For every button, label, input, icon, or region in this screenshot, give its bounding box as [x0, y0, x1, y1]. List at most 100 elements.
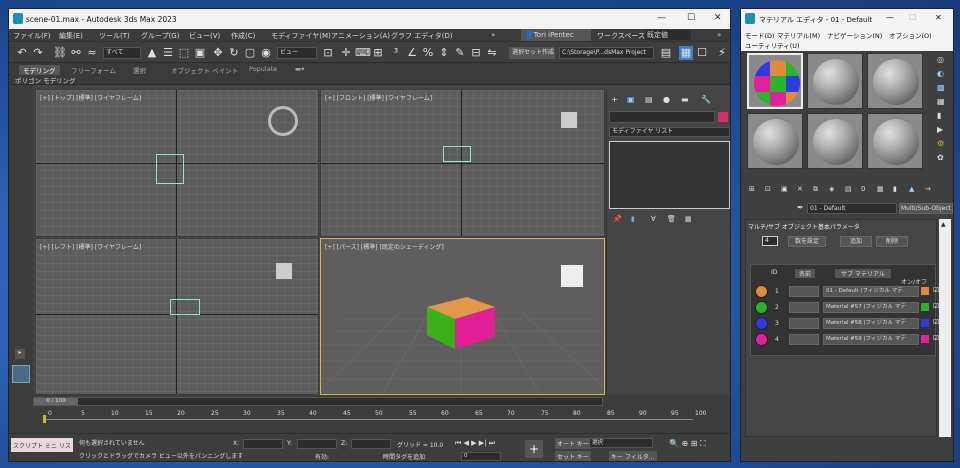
reference-coord-dropdown[interactable]: ビュー: [277, 47, 317, 59]
rollout-title[interactable]: マルチ/サブ オブジェクト基本パラメータ: [748, 222, 860, 231]
project-path-dropdown[interactable]: C:\Storage\P...dsMax Project: [559, 47, 654, 59]
redo-icon[interactable]: ↷: [31, 46, 45, 60]
viewport-perspective[interactable]: [+] [パース] [標準] [既定のシェーディング]: [320, 238, 605, 395]
place-icon[interactable]: ◉: [259, 46, 273, 60]
sub-material-button[interactable]: Material #58 (フィジカル マテ: [823, 318, 919, 329]
key-filter-button[interactable]: キー フィルタ...: [609, 451, 657, 461]
minimize-button[interactable]: —: [657, 13, 666, 23]
maxscript-listener[interactable]: スクリプト ミニ リス: [11, 438, 73, 452]
me-minimize-button[interactable]: —: [886, 13, 894, 22]
viewcube-front[interactable]: [561, 112, 577, 128]
viewport-label-front[interactable]: [+] [フロント] [標準] [ワイヤフレーム]: [325, 93, 432, 102]
set-key-icon[interactable]: +: [525, 440, 543, 458]
bind-spacewarp-icon[interactable]: ≈: [85, 46, 99, 60]
mirror-icon[interactable]: ⇋: [485, 46, 499, 60]
viewcube-perspective[interactable]: [561, 265, 583, 287]
menu-view[interactable]: ビュー(V): [189, 31, 220, 41]
show-end-result-mat-icon[interactable]: ▮: [893, 185, 897, 193]
assign-material-icon[interactable]: ▣: [781, 185, 788, 193]
z-coord-field[interactable]: [351, 439, 391, 449]
select-manipulate-icon[interactable]: ✛: [339, 46, 353, 60]
menu-tools[interactable]: ツール(T): [99, 31, 130, 41]
viewcube-top[interactable]: [268, 106, 298, 136]
material-type-button[interactable]: Multi/Sub-Object: [899, 203, 953, 214]
material-editor-icon[interactable]: ▦: [679, 46, 693, 60]
menu-overflow-icon[interactable]: »: [717, 31, 721, 39]
sample-type-icon[interactable]: ◎: [937, 55, 944, 64]
uv-tiling-icon[interactable]: ▦: [937, 97, 945, 106]
material-swatch[interactable]: [755, 285, 768, 298]
rotate-icon[interactable]: ↻: [227, 46, 241, 60]
me-menu-mode[interactable]: モード(D): [745, 30, 775, 40]
track-bar[interactable]: 0 5 10 15 20 25 30 35 40 45 50 55 60 65 …: [33, 409, 706, 431]
put-library-icon[interactable]: ▤: [845, 185, 852, 193]
color-chip[interactable]: [921, 319, 929, 327]
menu-graph-editors[interactable]: グラフ エディタ(D): [391, 31, 453, 41]
background-icon[interactable]: ▩: [937, 83, 945, 92]
options-icon[interactable]: ⚙: [937, 139, 944, 148]
motion-tab-icon[interactable]: ●: [663, 95, 670, 104]
snap-toggle-icon[interactable]: ⊞: [371, 46, 385, 60]
select-object-icon[interactable]: ▲: [145, 46, 159, 60]
window-crossing-icon[interactable]: ▣: [193, 46, 207, 60]
select-by-name-icon[interactable]: ☰: [161, 46, 175, 60]
ribbon-tab-object-paint[interactable]: オブジェクト ペイント: [171, 65, 238, 75]
set-key-button[interactable]: セット キー: [555, 451, 591, 461]
color-chip[interactable]: [921, 335, 929, 343]
get-material-icon[interactable]: ⊞: [749, 185, 755, 193]
make-copy-icon[interactable]: ⧉: [813, 185, 818, 194]
sample-slot-4[interactable]: [747, 113, 803, 169]
scroll-up-icon[interactable]: ▲: [941, 221, 949, 229]
scale-icon[interactable]: ▢: [243, 46, 257, 60]
reset-map-icon[interactable]: ✕: [797, 185, 803, 193]
remove-modifier-icon[interactable]: 🗑: [667, 215, 676, 223]
maximize-button[interactable]: ☐: [687, 13, 695, 23]
spinner-snap-icon[interactable]: ⇕: [437, 46, 451, 60]
menu-modifiers[interactable]: モディファイヤ(M): [271, 31, 331, 41]
sub-material-row-1[interactable]: 1 01 - Default (フィジカル マテ ☑: [755, 285, 939, 298]
go-forward-sibling-icon[interactable]: →: [925, 185, 931, 193]
y-coord-field[interactable]: [297, 439, 337, 449]
me-menu-utilities[interactable]: ユーティリティ(U): [745, 40, 800, 50]
viewport-label-top[interactable]: [+] [トップ] [標準] [ワイヤフレーム]: [40, 93, 141, 102]
undo-icon[interactable]: ↶: [15, 46, 29, 60]
create-selection-icon[interactable]: ⊟: [469, 46, 483, 60]
x-coord-field[interactable]: [243, 439, 283, 449]
color-chip[interactable]: [921, 287, 929, 295]
me-close-button[interactable]: ✕: [935, 13, 942, 22]
rollout-scrollbar[interactable]: ▲: [939, 219, 951, 437]
display-tab-icon[interactable]: ▬: [681, 95, 689, 104]
ribbon-tab-populate[interactable]: Populate: [249, 65, 277, 73]
eyedropper-icon[interactable]: ✒: [797, 203, 804, 212]
modifier-list-dropdown[interactable]: モディファイヤ リスト: [609, 127, 730, 137]
selection-filter-dropdown[interactable]: すべて: [103, 47, 141, 59]
ribbon-polygon-modeling[interactable]: ポリゴン モデリング: [15, 75, 76, 85]
project-folder-icon[interactable]: ▤: [659, 46, 673, 60]
name-field[interactable]: [789, 302, 819, 313]
sample-slot-1[interactable]: [747, 53, 803, 109]
me-menu-material[interactable]: マテリアル(M): [777, 30, 820, 40]
edit-named-sel-icon[interactable]: ✎: [453, 46, 467, 60]
configure-sets-icon[interactable]: ▦: [685, 215, 692, 223]
menu-group[interactable]: グループ(G): [141, 31, 179, 41]
time-slider-thumb[interactable]: 0 / 100: [34, 398, 78, 405]
go-to-parent-icon[interactable]: ▲: [909, 185, 914, 193]
modify-tab-icon[interactable]: ▣: [627, 95, 635, 104]
show-shaded-icon[interactable]: ▦: [877, 185, 884, 193]
me-maximize-button[interactable]: ☐: [909, 13, 916, 22]
sample-slot-6[interactable]: [867, 113, 923, 169]
sub-material-row-2[interactable]: 2 Material #57 (フィジカル マテ ☑: [755, 301, 939, 314]
angle-snap-icon[interactable]: ∠: [405, 46, 419, 60]
video-color-icon[interactable]: ▮: [937, 111, 941, 120]
sub-material-button[interactable]: Material #59 (フィジカル マテ: [823, 334, 919, 345]
name-field[interactable]: [789, 334, 819, 345]
auto-key-button[interactable]: オート キー: [555, 438, 591, 449]
key-selection-dropdown[interactable]: 選択: [589, 438, 653, 448]
workspace-dropdown[interactable]: 既定値: [645, 30, 691, 40]
make-unique-icon[interactable]: ∀: [651, 215, 656, 223]
render-setup-icon[interactable]: ☐: [695, 46, 709, 60]
frame-field[interactable]: 0: [461, 452, 501, 461]
sample-slot-2[interactable]: [807, 53, 863, 109]
delete-button[interactable]: 削除: [876, 236, 908, 247]
ribbon-tab-freeform[interactable]: フリーフォーム: [71, 65, 116, 75]
